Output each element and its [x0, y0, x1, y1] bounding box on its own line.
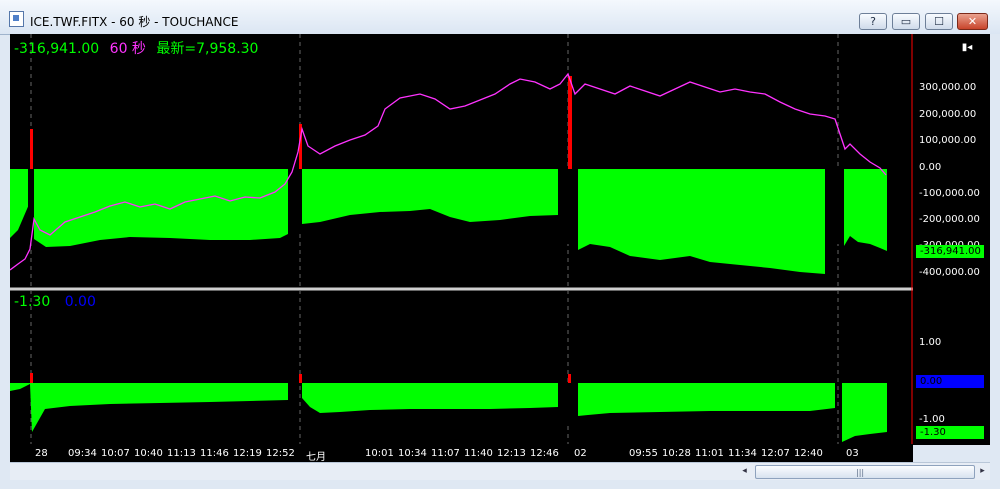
- title-bar[interactable]: ICE.TWF.FITX - 60 秒 - TOUCHANCE ? ▭ ☐ ✕: [0, 0, 1000, 35]
- current-value-badge: -316,941.00: [916, 245, 984, 258]
- maximize-icon: ☐: [934, 15, 944, 28]
- time-label: 09:34: [68, 448, 97, 459]
- histogram-upper-3: [578, 169, 825, 274]
- histogram-upper-2: [302, 169, 558, 224]
- gap-bar: [288, 169, 302, 234]
- top-readout: -316,941.00 60 秒 最新=7,958.30: [14, 38, 258, 58]
- scroll-thumb[interactable]: |||: [755, 465, 975, 479]
- signal-spike: [30, 373, 33, 383]
- app-icon[interactable]: [9, 11, 24, 27]
- indicator-badge: -1.30: [916, 426, 984, 439]
- bottom-value2: 0.00: [64, 294, 96, 310]
- time-label: 七月: [306, 452, 326, 463]
- time-label: 03: [846, 448, 859, 459]
- pin-icon[interactable]: ▮◂: [959, 42, 975, 56]
- window-title: ICE.TWF.FITX - 60 秒 - TOUCHANCE: [30, 15, 239, 29]
- time-label: 12:46: [530, 448, 559, 459]
- time-label: 11:40: [464, 448, 493, 459]
- signal-spike: [568, 374, 571, 383]
- time-label: 10:01: [365, 448, 394, 459]
- maximize-button[interactable]: ☐: [925, 13, 953, 30]
- signal-spike: [568, 76, 572, 169]
- histogram-lower-2: [302, 383, 558, 413]
- axis-label: 1.00: [919, 337, 942, 348]
- signal-spike: [299, 374, 302, 383]
- help-button[interactable]: ?: [859, 13, 887, 30]
- histogram-lower-4: [842, 383, 887, 442]
- axis-label: 200,000.00: [919, 109, 977, 120]
- time-label: 10:07: [101, 448, 130, 459]
- time-label: 12:07: [761, 448, 790, 459]
- close-icon: ✕: [967, 15, 978, 28]
- time-label: 02: [574, 448, 587, 459]
- histogram-upper-1: [10, 169, 288, 247]
- axis-label: -200,000.00: [919, 214, 980, 225]
- scroll-right-icon[interactable]: ▸: [976, 464, 989, 478]
- histogram-upper-4: [844, 169, 887, 251]
- top-period: 60 秒: [109, 41, 146, 57]
- axis-label: 100,000.00: [919, 135, 977, 146]
- signal-spike: [30, 129, 33, 169]
- gap-bar: [837, 169, 844, 244]
- time-label: 28: [35, 448, 48, 459]
- time-label: 10:34: [398, 448, 427, 459]
- minimize-icon: ▭: [900, 15, 912, 28]
- histogram-lower-3: [578, 383, 835, 416]
- bottom-readout: -1.30 0.00: [14, 294, 96, 310]
- app-window: ICE.TWF.FITX - 60 秒 - TOUCHANCE ? ▭ ☐ ✕: [0, 0, 1000, 489]
- horizontal-scrollbar[interactable]: ◂ ||| ▸: [10, 462, 990, 480]
- gap-bar: [562, 169, 576, 244]
- histogram-lower-1: [10, 383, 288, 432]
- help-icon: ?: [870, 15, 876, 28]
- time-label: 12:40: [794, 448, 823, 459]
- gap-bar: [562, 383, 576, 423]
- time-label: 12:52: [266, 448, 295, 459]
- vertical-scroll-strip[interactable]: [990, 34, 1000, 445]
- time-label: 09:55: [629, 448, 658, 459]
- axis-label: -400,000.00: [919, 267, 980, 278]
- top-value: -316,941.00: [14, 41, 100, 57]
- chart-area[interactable]: -316,941.00 60 秒 最新=7,958.30 -1.30 0.00: [9, 34, 913, 445]
- time-axis: 28 09:34 10:07 10:40 11:13 11:46 12:19 1…: [10, 445, 913, 463]
- minimize-button[interactable]: ▭: [892, 13, 920, 30]
- chart-canvas: [9, 34, 913, 444]
- grip-icon: |||: [856, 468, 865, 477]
- scroll-left-icon[interactable]: ◂: [738, 464, 751, 478]
- time-label: 11:13: [167, 448, 196, 459]
- top-latest: 最新=7,958.30: [156, 41, 259, 57]
- axis-label: -100,000.00: [919, 188, 980, 199]
- time-label: 10:40: [134, 448, 163, 459]
- axis-label: 300,000.00: [919, 82, 977, 93]
- zero-badge: 0.00: [916, 375, 984, 388]
- time-label: 11:34: [728, 448, 757, 459]
- time-label: 12:19: [233, 448, 262, 459]
- time-label: 11:46: [200, 448, 229, 459]
- axis-label: 0.00: [919, 162, 942, 173]
- time-label: 10:28: [662, 448, 691, 459]
- axis-label: -1.00: [919, 414, 945, 425]
- close-button[interactable]: ✕: [957, 13, 988, 30]
- time-label: 12:13: [497, 448, 526, 459]
- time-label: 11:01: [695, 448, 724, 459]
- bottom-value1: -1.30: [14, 294, 51, 310]
- price-axis[interactable]: ▮◂ 300,000.00 200,000.00 100,000.00 0.00…: [913, 34, 990, 445]
- time-label: 11:07: [431, 448, 460, 459]
